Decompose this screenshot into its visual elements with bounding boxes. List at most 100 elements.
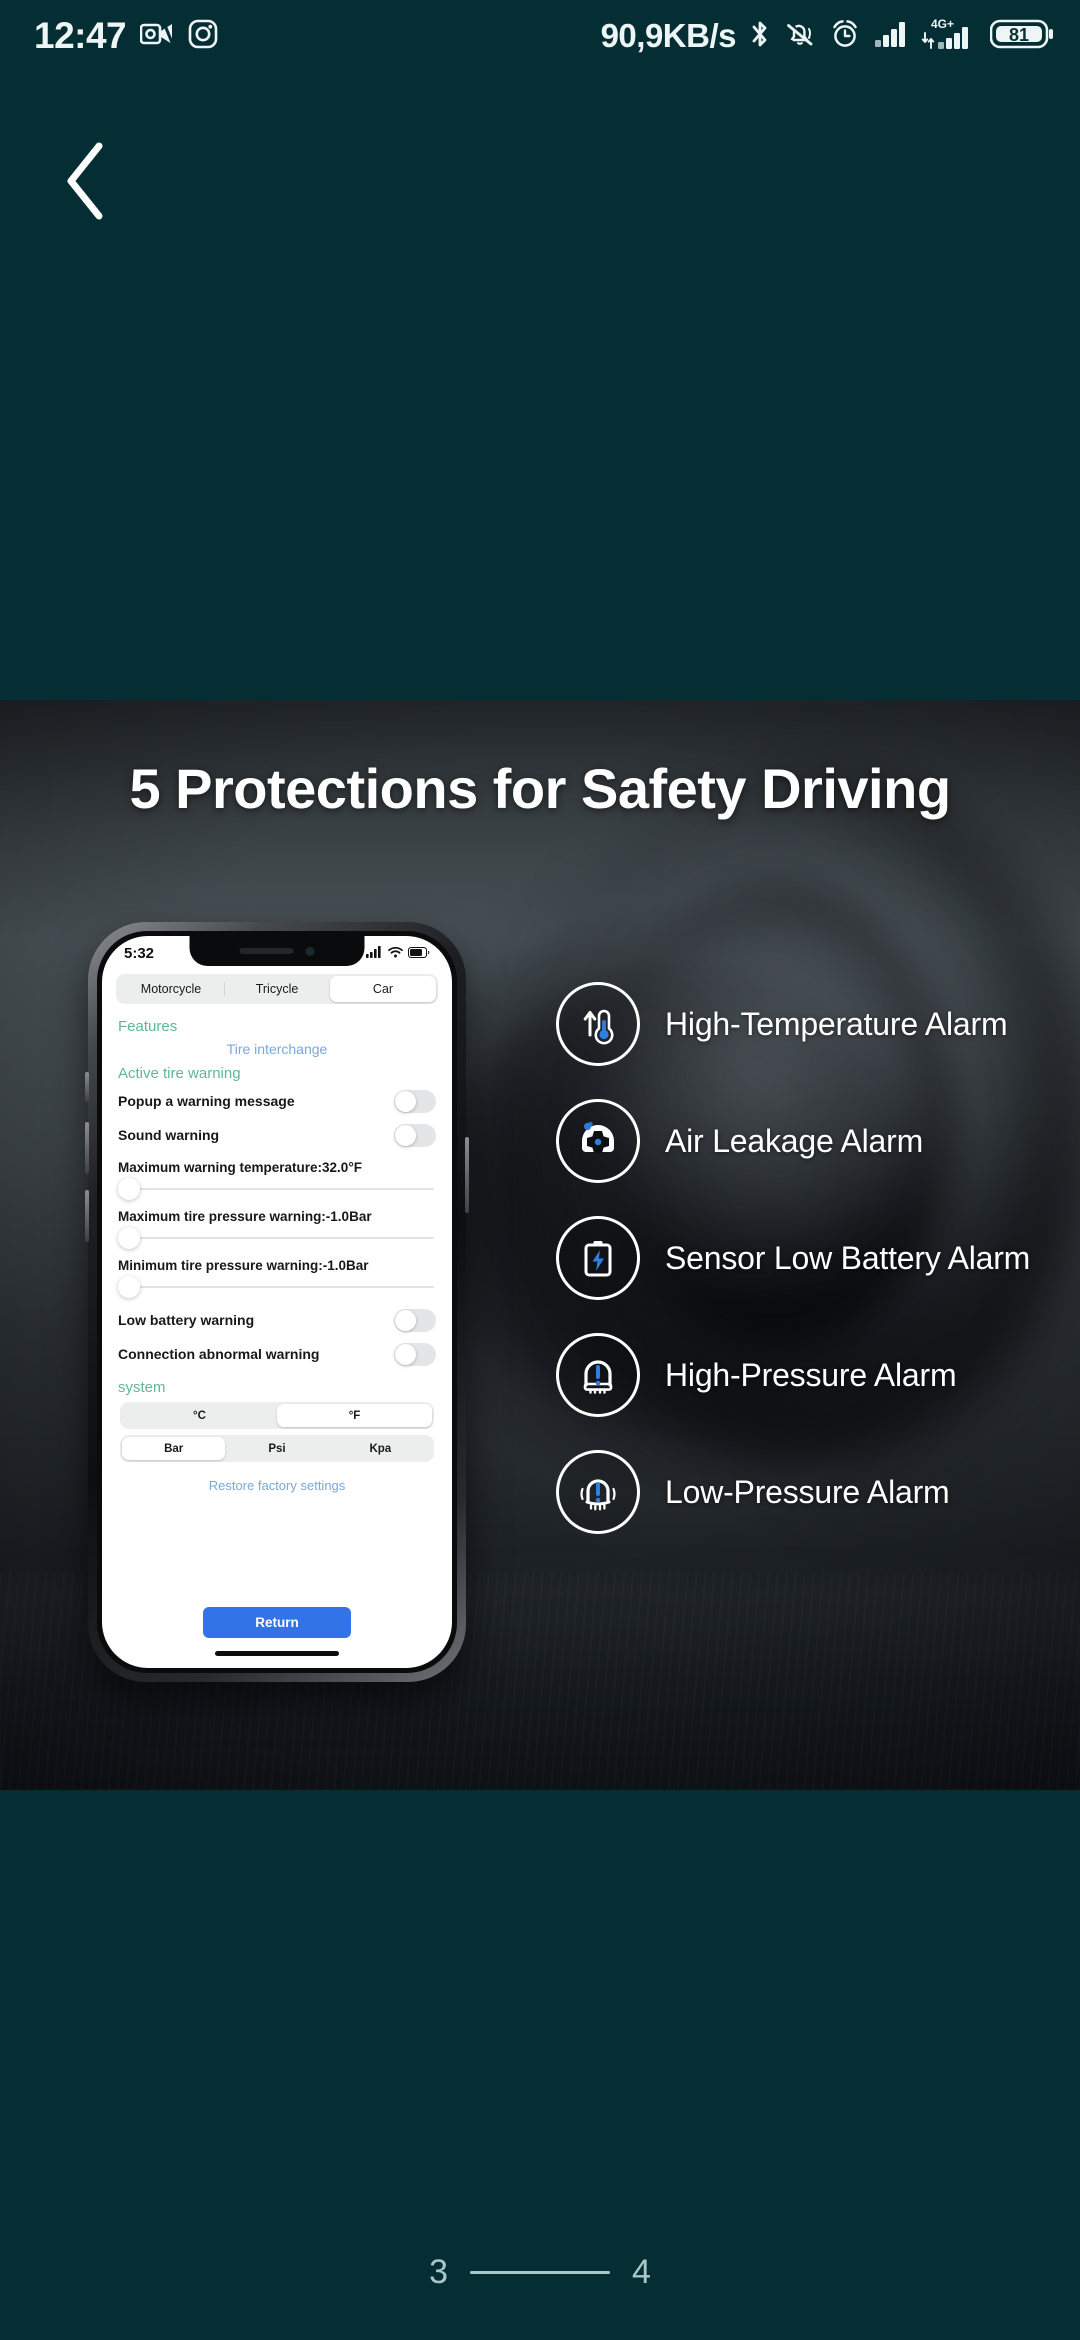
setting-row-connection-abnormal: Connection abnormal warning [118,1337,436,1371]
signal-bars-icon [874,20,908,53]
system-heading: system [118,1379,166,1396]
unit-psi[interactable]: Psi [225,1437,328,1460]
phone-status-bar: 5:32 [102,936,452,970]
features-heading: Features [118,1018,178,1035]
low-battery-toggle[interactable] [394,1308,436,1332]
feature-label-high-temperature: High-Temperature Alarm [665,1005,1008,1042]
tab-motorcycle[interactable]: Motorcycle [118,976,224,1002]
back-button[interactable] [32,128,142,238]
min-pressure-label: Minimum tire pressure warning:-1.0Bar [118,1258,369,1273]
max-pressure-slider-track [124,1237,434,1239]
svg-text:4G+: 4G+ [931,17,954,31]
thermometer-up-icon [556,982,640,1066]
feature-label-high-pressure: High-Pressure Alarm [665,1356,957,1393]
air-leakage-icon [556,1099,640,1183]
tab-tricycle-label: Tricycle [255,982,299,996]
phone-settings-body: Features Tire interchange Active tire wa… [102,1004,452,1396]
tire-high-pressure-icon [556,1333,640,1417]
battery-level-label: 81 [1009,25,1029,45]
pager-total: 4 [632,2253,651,2291]
tire-low-pressure-icon [556,1450,640,1534]
feature-label-sensor-low-battery: Sensor Low Battery Alarm [665,1239,1031,1276]
sound-warning-toggle[interactable] [394,1123,436,1147]
phone-bezel: 5:32 Motorcycle Tricycle Car Features Ti… [97,931,457,1673]
connection-abnormal-toggle[interactable] [394,1342,436,1366]
unit-bar-label: Bar [164,1442,184,1455]
network-speed-label: 90,9KB/s [600,17,737,54]
feature-item-low-pressure: Low-Pressure Alarm [556,1450,1066,1534]
vehicle-type-tabs[interactable]: Motorcycle Tricycle Car [116,974,438,1004]
max-pressure-slider-knob[interactable] [118,1227,140,1249]
return-button-area: Return [102,1607,452,1638]
pager-current: 3 [429,2253,448,2291]
signal-bars-data-icon: 4G+ [921,17,977,56]
unit-celsius[interactable]: °C [122,1404,277,1427]
phone-home-indicator [215,1651,339,1656]
tab-car[interactable]: Car [330,976,436,1002]
bluetooth-icon [749,18,771,55]
tab-tricycle[interactable]: Tricycle [224,976,330,1002]
temperature-unit-selector[interactable]: °C °F [120,1402,434,1429]
min-pressure-slider[interactable] [118,1275,436,1299]
feature-item-air-leakage: Air Leakage Alarm [556,1099,1066,1183]
feature-label-air-leakage: Air Leakage Alarm [665,1122,924,1159]
return-button[interactable]: Return [203,1607,351,1638]
sound-warning-label: Sound warning [118,1127,220,1143]
popup-warning-label: Popup a warning message [118,1093,295,1109]
unit-bar[interactable]: Bar [122,1437,226,1460]
battery-icon: 81 [989,17,1054,56]
feature-item-high-pressure: High-Pressure Alarm [556,1333,1066,1417]
tab-motorcycle-label: Motorcycle [140,982,202,996]
phone-status-icons [366,945,430,962]
restore-factory-settings-link[interactable]: Restore factory settings [102,1478,452,1493]
status-bar: 12:47 90,9KB/s 4G+ 81 [0,0,1080,72]
bell-muted-icon [784,18,816,55]
image-pager: 3 4 [0,2253,1080,2292]
instagram-icon [188,19,218,54]
app-screen: 12:47 90,9KB/s 4G+ 81 5 Protections for … [0,0,1080,2340]
active-tire-warning-heading: Active tire warning [118,1065,241,1082]
unit-fahrenheit[interactable]: °F [277,1404,432,1427]
feature-item-high-temperature: High-Temperature Alarm [556,982,1066,1066]
tab-car-label: Car [372,982,394,996]
low-battery-label: Low battery warning [118,1312,255,1328]
popup-warning-toggle[interactable] [394,1089,436,1113]
phone-signal-icon [366,945,383,962]
phone-volume-down-button [85,1190,89,1242]
pressure-unit-selector[interactable]: Bar Psi Kpa [120,1435,434,1462]
phone-mockup: 5:32 Motorcycle Tricycle Car Features Ti… [85,922,469,1682]
max-temp-label: Maximum warning temperature:32.0°F [118,1160,362,1175]
max-pressure-slider[interactable] [118,1226,436,1250]
max-temp-slider[interactable] [118,1177,436,1201]
chevron-left-icon [59,140,115,227]
phone-clock: 5:32 [124,944,155,962]
max-temp-slider-track [124,1188,434,1190]
unit-kpa-label: Kpa [369,1442,392,1455]
outlook-video-icon [139,21,175,52]
tire-interchange-link[interactable]: Tire interchange [118,1041,436,1057]
phone-battery-icon [408,945,430,962]
phone-mute-switch [85,1072,89,1102]
status-bar-right: 90,9KB/s 4G+ 81 [601,17,1054,56]
status-bar-left: 12:47 [34,15,218,57]
max-temp-slider-knob[interactable] [118,1178,140,1200]
setting-row-low-battery: Low battery warning [118,1303,436,1337]
battery-low-icon [556,1216,640,1300]
pager-progress-line [470,2271,610,2274]
protection-feature-list: High-Temperature Alarm Air Leakage Alarm [556,982,1066,1534]
connection-abnormal-label: Connection abnormal warning [118,1346,320,1362]
status-bar-clock: 12:47 [34,15,127,56]
unit-psi-label: Psi [268,1442,286,1455]
setting-row-popup-warning: Popup a warning message [118,1084,436,1118]
unit-celsius-label: °C [193,1409,206,1422]
phone-screen: 5:32 Motorcycle Tricycle Car Features Ti… [102,936,452,1668]
min-pressure-slider-track [124,1286,434,1288]
promo-banner-image[interactable]: 5 Protections for Safety Driving 5:32 Mo… [0,700,1080,1790]
feature-item-sensor-low-battery: Sensor Low Battery Alarm [556,1216,1066,1300]
phone-power-button [465,1137,469,1213]
banner-title: 5 Protections for Safety Driving [129,757,951,820]
max-pressure-label: Maximum tire pressure warning:-1.0Bar [118,1209,372,1224]
min-pressure-slider-knob[interactable] [118,1276,140,1298]
phone-volume-up-button [85,1122,89,1174]
unit-kpa[interactable]: Kpa [329,1437,432,1460]
